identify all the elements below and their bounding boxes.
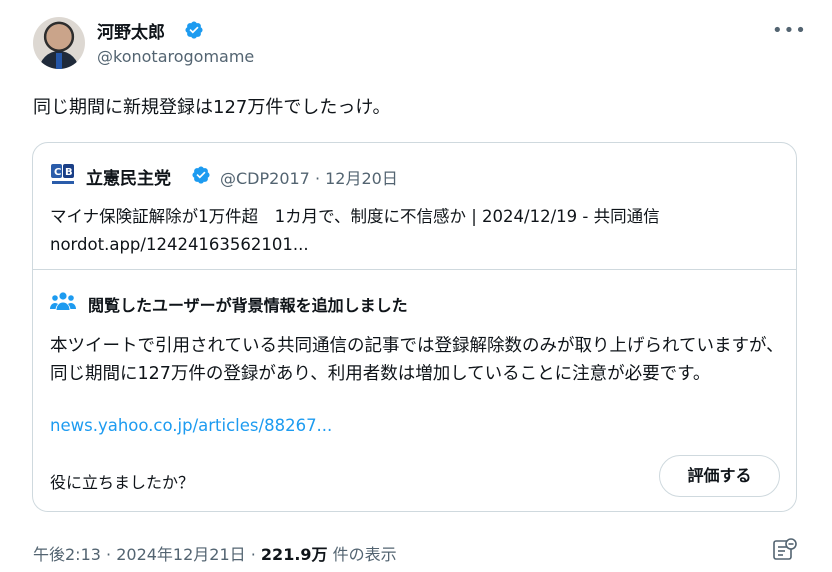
svg-text:B: B bbox=[65, 167, 73, 178]
post-time[interactable]: 午後2:13 bbox=[33, 545, 101, 564]
note-body: 本ツイートで引用されている共同通信の記事では登録解除数のみが取り上げられています… bbox=[50, 336, 784, 384]
svg-text:C: C bbox=[54, 167, 61, 178]
quoted-text-line2: nordot.app/12424163562101... bbox=[50, 235, 309, 254]
tweet: 河野太郎 @konotarogomame ••• 同じ期間に新規登録は127万件… bbox=[0, 0, 832, 572]
avatar-tie bbox=[56, 53, 62, 69]
quoted-handle: @CDP2017 bbox=[220, 169, 310, 188]
analytics-icon[interactable] bbox=[772, 537, 798, 563]
verified-badge-icon bbox=[185, 21, 203, 39]
avatar[interactable] bbox=[33, 17, 85, 69]
view-count-suffix: 件の表示 bbox=[327, 545, 397, 564]
quoted-date[interactable]: 12月20日 bbox=[325, 169, 398, 188]
author-handle[interactable]: @konotarogomame bbox=[97, 47, 254, 66]
note-title: 閲覧したユーザーが背景情報を追加しました bbox=[88, 296, 408, 315]
quoted-author-name: 立憲民主党 bbox=[86, 169, 171, 189]
rate-button[interactable]: 評価する bbox=[659, 455, 780, 497]
author-name[interactable]: 河野太郎 bbox=[97, 18, 165, 43]
quoted-text: マイナ保険証解除が1万件超 1カ月で、制度に不信感か | 2024/12/19 … bbox=[50, 203, 660, 259]
more-options-icon[interactable]: ••• bbox=[772, 20, 807, 41]
helpful-prompt: 役に立ちましたか？ bbox=[50, 473, 195, 492]
community-note: 閲覧したユーザーが背景情報を追加しました 本ツイートで引用されている共同通信の記… bbox=[33, 269, 796, 511]
quoted-text-line1: マイナ保険証解除が1万件超 1カ月で、制度に不信感か | 2024/12/19 … bbox=[50, 207, 660, 226]
footer-separator: · bbox=[245, 545, 261, 564]
quoted-separator: · bbox=[309, 169, 326, 188]
cdp-logo-icon: C B bbox=[51, 164, 74, 184]
footer-separator: · bbox=[100, 545, 117, 564]
people-icon bbox=[50, 292, 76, 310]
quoted-tweet[interactable]: C B 立憲民主党 @CDP2017 · 12月20日 マイナ保険証解除が1万件… bbox=[32, 142, 797, 512]
tweet-text: 同じ期間に新規登録は127万件でしたっけ。 bbox=[33, 97, 391, 118]
verified-badge-icon bbox=[192, 166, 210, 184]
quoted-meta: @CDP2017 · 12月20日 bbox=[220, 165, 398, 189]
post-date[interactable]: 2024年12月21日 bbox=[116, 545, 245, 564]
view-count: 221.9万 bbox=[260, 545, 328, 564]
note-link[interactable]: news.yahoo.co.jp/articles/88267... bbox=[50, 416, 332, 435]
tweet-footer: 午後2:13 · 2024年12月21日 · 221.9万 件の表示 bbox=[33, 541, 397, 565]
